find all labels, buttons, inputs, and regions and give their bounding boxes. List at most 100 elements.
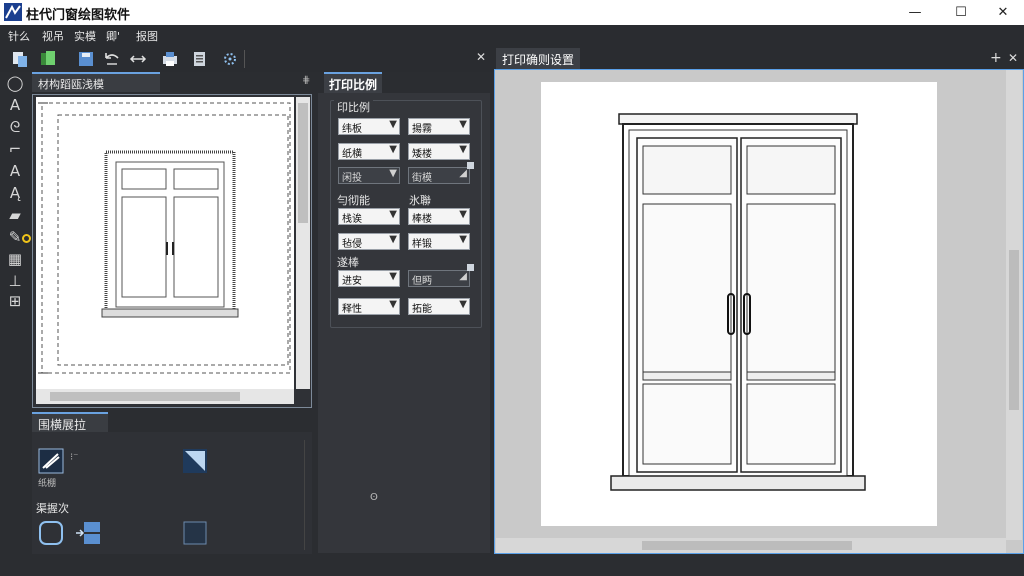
menu-file[interactable]: 针么 — [8, 28, 30, 44]
title-bar: 柱代门窗绘图软件 — ☐ ✕ — [0, 0, 1024, 25]
crop-icon[interactable]: ⌐ — [6, 140, 24, 158]
chevron-down-icon: ▼ — [459, 299, 467, 310]
dropdown-value: 街模 — [412, 173, 432, 184]
print-horizontal-thumb[interactable] — [642, 541, 852, 550]
print-vertical-scrollbar[interactable] — [1006, 70, 1022, 540]
scale-dropdown-7[interactable]: 栈诶 ▼ — [338, 208, 400, 225]
text-icon[interactable]: A — [6, 96, 24, 114]
edit-icon: ◢ — [459, 271, 467, 282]
preview-canvas[interactable] — [36, 97, 294, 389]
dropdown-value: 揚霧 — [412, 124, 432, 135]
tool-strip: ◯ A ᘓ ⌐ A Ą ▰ ✎ ▦ ⊥ ⊞ — [2, 74, 31, 314]
scale-dropdown-6[interactable]: 街模 ◢ — [408, 167, 470, 184]
dropdown-value: 毡侵 — [342, 239, 362, 250]
scale-dropdown-5[interactable]: 闲投 ▼ — [338, 167, 400, 184]
grid-icon[interactable]: ▦ — [6, 250, 24, 268]
settings-icon[interactable] — [220, 49, 240, 69]
preview-vertical-thumb[interactable] — [298, 103, 308, 223]
app-logo-icon — [4, 3, 22, 21]
lasso-icon[interactable]: ◯ — [6, 74, 24, 92]
scale-dropdown-4[interactable]: 矮楼 ▼ — [408, 143, 470, 160]
section-label-order: 遂棒 — [334, 254, 362, 270]
minimize-button[interactable]: — — [892, 0, 938, 25]
preview-horizontal-scrollbar[interactable] — [36, 389, 294, 404]
chevron-down-icon: ▼ — [389, 271, 397, 282]
status-bar — [0, 554, 1024, 576]
scale-dropdown-10[interactable]: 样锻 ▼ — [408, 233, 470, 250]
chevron-down-icon: ▼ — [459, 119, 467, 130]
close-button[interactable]: ✕ — [980, 0, 1024, 25]
copy-icon[interactable] — [38, 49, 58, 69]
scale-dropdown-11[interactable]: 进安 ▼ — [338, 270, 400, 287]
brush-icon[interactable]: ᘓ — [6, 118, 24, 136]
scale-dropdown-1[interactable]: 纬板 ▼ — [338, 118, 400, 135]
expand-icon[interactable] — [467, 264, 474, 271]
scale-dropdown-2[interactable]: 揚霧 ▼ — [408, 118, 470, 135]
save-icon[interactable] — [76, 49, 96, 69]
preview-horizontal-thumb[interactable] — [50, 392, 240, 401]
dropdown-value: 闲投 — [342, 173, 362, 184]
print-page-canvas[interactable] — [541, 82, 937, 526]
text-style-icon[interactable]: A — [6, 162, 24, 180]
select-frame-icon[interactable] — [38, 520, 64, 546]
frame-icon[interactable]: ⊞ — [6, 292, 24, 310]
maximize-button[interactable]: ☐ — [938, 0, 984, 25]
scale-dropdown-12[interactable]: 但眄 ◢ — [408, 270, 470, 287]
dropdown-value: 但眄 — [412, 276, 432, 287]
dropdown-value: 纸横 — [342, 149, 362, 160]
tab-layout-ops[interactable]: 围横展拉 — [32, 412, 108, 432]
dropdown-value: 棒楼 — [412, 214, 432, 225]
triangle-shape-icon[interactable] — [182, 448, 208, 474]
preview-close-button[interactable]: ✕ — [476, 50, 486, 64]
arrange-blocks-icon[interactable] — [74, 520, 102, 546]
dropdown-value: 释性 — [342, 304, 362, 315]
scale-dropdown-13[interactable]: 释性 ▼ — [338, 298, 400, 315]
scale-dropdown-8[interactable]: 棒楼 ▼ — [408, 208, 470, 225]
print-horizontal-scrollbar[interactable] — [496, 538, 1006, 553]
undo-icon[interactable] — [102, 49, 122, 69]
dropdown-value: 拓能 — [412, 304, 432, 315]
scale-dropdown-14[interactable]: 拓能 ▼ — [408, 298, 470, 315]
dropdown-value: 纬板 — [342, 124, 362, 135]
expand-icon[interactable] — [467, 162, 474, 169]
preview-tab[interactable]: 材构蹈瓯浅模 — [32, 72, 160, 92]
panel-grip-icon: ʘ — [370, 492, 378, 503]
preview-vertical-scrollbar[interactable] — [296, 97, 310, 389]
menu-edit[interactable]: 卿' — [106, 28, 120, 44]
scale-dropdown-9[interactable]: 毡侵 ▼ — [338, 233, 400, 250]
chevron-down-icon: ▼ — [459, 234, 467, 245]
tab-print-scale[interactable]: 打印比例 — [324, 72, 382, 93]
print-icon[interactable] — [160, 49, 180, 69]
layer-icon[interactable]: ▰ — [6, 206, 24, 224]
add-panel-button[interactable]: + — [990, 50, 1002, 66]
align-icon[interactable]: ⊥ — [6, 272, 24, 290]
font-icon[interactable]: Ą — [6, 184, 24, 202]
scale-group-title: 印比例 — [334, 99, 373, 115]
pin-icon[interactable]: ⋕ — [302, 75, 310, 86]
menu-bar: 针么 视吊 实模 卿' 报图 — [0, 25, 1024, 46]
section-label-link: 氷聯 — [406, 192, 434, 208]
panel-divider — [304, 440, 305, 550]
chevron-down-icon: ▼ — [389, 119, 397, 130]
chevron-down-icon: ▼ — [389, 299, 397, 310]
chevron-down-icon: ▼ — [459, 209, 467, 220]
scale-dropdown-3[interactable]: 纸横 ▼ — [338, 143, 400, 160]
draw-line-icon[interactable] — [38, 448, 64, 474]
blank-frame-icon[interactable] — [182, 520, 208, 546]
menu-model[interactable]: 实模 — [74, 28, 96, 44]
document-icon[interactable] — [190, 49, 210, 69]
chevron-down-icon: ▼ — [459, 144, 467, 155]
paste-icon[interactable] — [10, 49, 30, 69]
print-settings-close-button[interactable]: ✕ — [1008, 51, 1018, 65]
menu-report[interactable]: 报图 — [136, 28, 158, 44]
chevron-down-icon: ▼ — [389, 209, 397, 220]
menu-view[interactable]: 视吊 — [42, 28, 64, 44]
dropdown-value: 矮楼 — [412, 149, 432, 160]
print-vertical-thumb[interactable] — [1009, 250, 1019, 410]
dropdown-value: 样锻 — [412, 239, 432, 250]
chevron-down-icon: ▼ — [389, 234, 397, 245]
redo-icon[interactable] — [128, 49, 148, 69]
tab-print-settings[interactable]: 打印确则设置 — [496, 48, 580, 69]
section-label-layers: 渠握次 — [36, 502, 69, 515]
dropdown-value: 栈诶 — [342, 214, 362, 225]
